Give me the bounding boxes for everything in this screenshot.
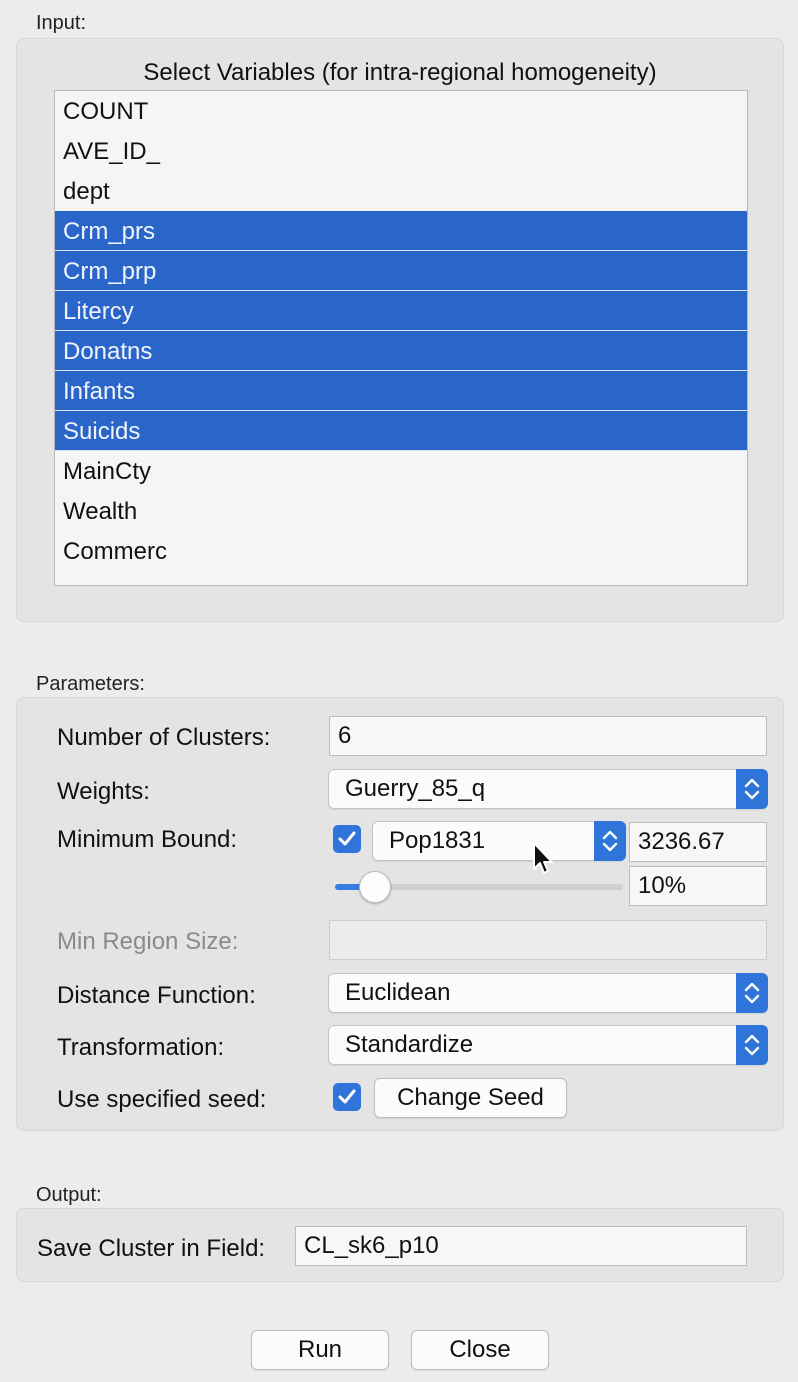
weights-select[interactable]: Guerry_85_q bbox=[328, 769, 768, 809]
min-bound-variable-select[interactable]: Pop1831 bbox=[372, 821, 626, 861]
chevron-up-down-icon bbox=[602, 830, 618, 852]
variable-list-item[interactable]: Suicids bbox=[55, 411, 747, 451]
transformation-stepper[interactable] bbox=[736, 1025, 768, 1065]
specified-seed-checkbox[interactable] bbox=[333, 1083, 361, 1111]
variable-list-item[interactable]: Crm_prp bbox=[55, 251, 747, 291]
chevron-up-down-icon bbox=[744, 778, 760, 800]
specified-seed-label: Use specified seed: bbox=[57, 1086, 267, 1113]
mouse-pointer-icon bbox=[533, 842, 553, 874]
input-group: Select Variables (for intra-regional hom… bbox=[16, 38, 784, 622]
variable-list[interactable]: COUNT AVE_ID_ dept Crm_prs Crm_prp Litercy Don… bbox=[54, 90, 748, 586]
parameters-group: Number of Clusters: 6 Weights: Guerry_85… bbox=[16, 697, 784, 1131]
parameters-section-label: Parameters: bbox=[36, 673, 145, 695]
min-region-size-label: Min Region Size: bbox=[57, 928, 239, 955]
distance-function-stepper[interactable] bbox=[736, 973, 768, 1013]
close-button[interactable]: Close bbox=[411, 1330, 549, 1370]
variable-list-item[interactable]: Donatns bbox=[55, 331, 747, 371]
num-clusters-label: Number of Clusters: bbox=[57, 724, 271, 751]
distance-function-select[interactable]: Euclidean bbox=[328, 973, 768, 1013]
checkmark-icon bbox=[338, 831, 356, 846]
chevron-up-down-icon bbox=[744, 1034, 760, 1056]
min-bound-percent-input[interactable]: 10% bbox=[629, 866, 767, 906]
min-bound-variable-value: Pop1831 bbox=[389, 827, 486, 854]
variable-list-item[interactable]: dept bbox=[55, 171, 747, 211]
variable-list-item[interactable]: MainCty bbox=[55, 451, 747, 491]
variable-list-item[interactable]: COUNT bbox=[55, 91, 747, 131]
weights-label: Weights: bbox=[57, 778, 150, 805]
save-cluster-field-label: Save Cluster in Field: bbox=[37, 1235, 266, 1262]
transformation-value: Standardize bbox=[345, 1031, 474, 1058]
variable-list-item[interactable]: Wealth bbox=[55, 491, 747, 531]
change-seed-button[interactable]: Change Seed bbox=[374, 1078, 567, 1118]
save-cluster-field-input[interactable]: CL_sk6_p10 bbox=[295, 1226, 747, 1266]
transformation-select[interactable]: Standardize bbox=[328, 1025, 768, 1065]
min-bound-value-input[interactable]: 3236.67 bbox=[629, 822, 767, 862]
distance-function-value: Euclidean bbox=[345, 979, 451, 1006]
output-group: Save Cluster in Field: CL_sk6_p10 bbox=[16, 1208, 784, 1282]
variable-list-item[interactable]: AVE_ID_ bbox=[55, 131, 747, 171]
num-clusters-input[interactable]: 6 bbox=[329, 716, 767, 756]
weights-select-value: Guerry_85_q bbox=[345, 775, 486, 802]
run-button[interactable]: Run bbox=[251, 1330, 389, 1370]
min-bound-label: Minimum Bound: bbox=[57, 826, 238, 853]
weights-select-stepper[interactable] bbox=[736, 769, 768, 809]
transformation-label: Transformation: bbox=[57, 1034, 225, 1061]
variable-list-item[interactable]: Litercy bbox=[55, 291, 747, 331]
input-section-label: Input: bbox=[36, 12, 87, 34]
variable-list-item[interactable]: Commerc bbox=[55, 531, 747, 571]
min-bound-checkbox[interactable] bbox=[333, 825, 361, 853]
min-bound-slider-knob[interactable] bbox=[359, 871, 391, 903]
min-bound-variable-stepper[interactable] bbox=[594, 821, 626, 861]
output-section-label: Output: bbox=[36, 1184, 102, 1206]
chevron-up-down-icon bbox=[744, 982, 760, 1004]
distance-function-label: Distance Function: bbox=[57, 982, 256, 1009]
min-region-size-input[interactable] bbox=[329, 920, 767, 960]
variable-list-title: Select Variables (for intra-regional hom… bbox=[143, 59, 657, 86]
checkmark-icon bbox=[338, 1089, 356, 1104]
variable-list-item[interactable]: Crm_prs bbox=[55, 211, 747, 251]
variable-list-item[interactable]: Infants bbox=[55, 371, 747, 411]
